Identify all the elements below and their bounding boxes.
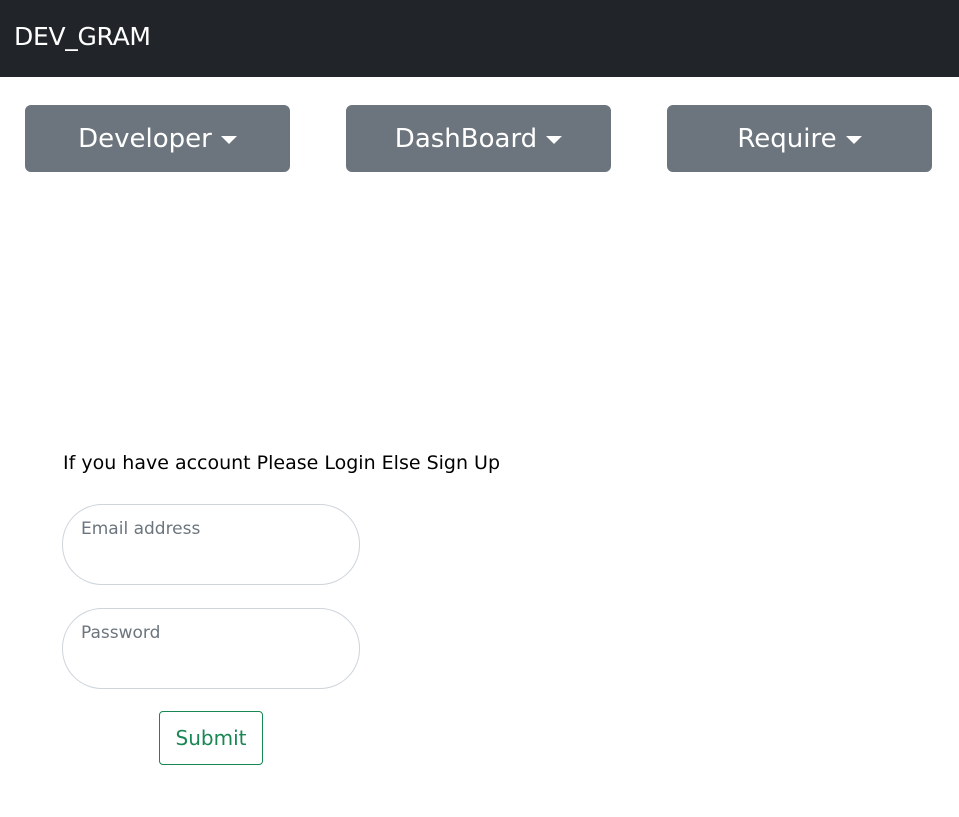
developer-dropdown-button[interactable]: Developer bbox=[25, 105, 290, 172]
submit-button[interactable]: Submit bbox=[159, 711, 263, 765]
require-dropdown-button[interactable]: Require bbox=[667, 105, 932, 172]
require-dropdown-label: Require bbox=[737, 123, 837, 154]
email-field-wrapper: Email address bbox=[62, 504, 360, 585]
email-field[interactable] bbox=[63, 505, 359, 584]
login-prompt-text: If you have account Please Login Else Si… bbox=[63, 452, 501, 474]
caret-down-icon bbox=[845, 135, 862, 144]
top-navbar: DEV_GRAM bbox=[0, 0, 959, 77]
dashboard-dropdown-button[interactable]: DashBoard bbox=[346, 105, 611, 172]
password-field-wrapper: Password bbox=[62, 608, 360, 689]
password-field[interactable] bbox=[63, 609, 359, 688]
caret-down-icon bbox=[546, 135, 563, 144]
caret-down-icon bbox=[220, 135, 237, 144]
brand-logo-text[interactable]: DEV_GRAM bbox=[14, 22, 151, 51]
developer-dropdown-label: Developer bbox=[78, 123, 212, 154]
dashboard-dropdown-label: DashBoard bbox=[394, 123, 538, 154]
